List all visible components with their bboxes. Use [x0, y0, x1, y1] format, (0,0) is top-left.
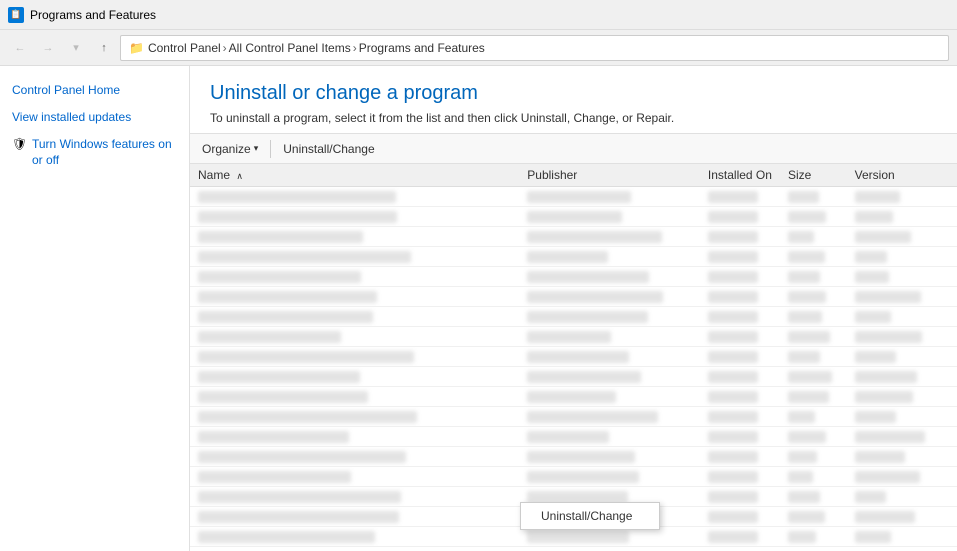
table-row[interactable]: [190, 347, 957, 367]
back-icon: ←: [15, 42, 26, 54]
folder-icon: 📁: [129, 41, 144, 55]
organize-button[interactable]: Organize ▾: [198, 140, 262, 158]
page-subtitle: To uninstall a program, select it from t…: [210, 111, 937, 125]
uninstall-change-label: Uninstall/Change: [283, 142, 374, 156]
content-area: Uninstall or change a program To uninsta…: [190, 66, 957, 551]
table-container[interactable]: Name ∧ Publisher Installed On Size: [190, 164, 957, 551]
table-row[interactable]: [190, 307, 957, 327]
up-icon: ↑: [101, 42, 107, 54]
col-header-name[interactable]: Name ∧: [190, 164, 519, 187]
program-version: 14.20.27508.1: [847, 547, 957, 551]
col-header-installed[interactable]: Installed On: [700, 164, 780, 187]
sidebar-windows-features[interactable]: Turn Windows features on or off: [32, 136, 177, 170]
table-row[interactable]: [190, 327, 957, 347]
forward-icon: →: [43, 42, 54, 54]
up-button[interactable]: ↑: [92, 36, 116, 60]
title-bar-icon: 📋: [8, 7, 24, 23]
table-row[interactable]: [190, 427, 957, 447]
address-bar[interactable]: 📁 Control Panel › All Control Panel Item…: [120, 35, 949, 61]
breadcrumb-programs[interactable]: Programs and Features: [359, 41, 485, 55]
title-bar: 📋 Programs and Features: [0, 0, 957, 30]
table-row[interactable]: [190, 387, 957, 407]
organize-dropdown-icon: ▾: [254, 143, 259, 154]
table-row[interactable]: Microsoft Visual C++ 2015-2019 Redistrib…: [190, 547, 957, 551]
table-row[interactable]: [190, 447, 957, 467]
page-title: Uninstall or change a program: [210, 82, 937, 105]
table-row[interactable]: [190, 227, 957, 247]
programs-table: Name ∧ Publisher Installed On Size: [190, 164, 957, 551]
table-row[interactable]: [190, 467, 957, 487]
breadcrumb-control-panel[interactable]: Control Panel: [148, 41, 221, 55]
table-row[interactable]: [190, 267, 957, 287]
recent-button[interactable]: ▾: [64, 36, 88, 60]
program-publisher: Microsoft Corporation: [519, 547, 700, 551]
table-row[interactable]: [190, 367, 957, 387]
context-menu: Uninstall/Change: [520, 502, 660, 530]
program-installed-date: 8/26/2020: [700, 547, 780, 551]
forward-button[interactable]: →: [36, 36, 60, 60]
table-row[interactable]: [190, 287, 957, 307]
col-header-size[interactable]: Size: [780, 164, 847, 187]
uninstall-change-button[interactable]: Uninstall/Change: [279, 140, 378, 158]
separator-1: ›: [223, 41, 227, 55]
toolbar: Organize ▾ Uninstall/Change: [190, 134, 957, 164]
table-row[interactable]: [190, 187, 957, 207]
title-bar-text: Programs and Features: [30, 8, 156, 22]
shield-icon: 🛡: [12, 137, 28, 153]
sidebar: Control Panel Home View installed update…: [0, 66, 190, 551]
table-row[interactable]: [190, 407, 957, 427]
table-row[interactable]: [190, 247, 957, 267]
nav-bar: ← → ▾ ↑ 📁 Control Panel › All Control Pa…: [0, 30, 957, 66]
breadcrumb-all-items[interactable]: All Control Panel Items: [229, 41, 351, 55]
sidebar-control-panel-home[interactable]: Control Panel Home: [12, 82, 177, 99]
program-size: 20.1 MB: [780, 547, 847, 551]
col-header-version[interactable]: Version: [847, 164, 957, 187]
recent-icon: ▾: [73, 41, 79, 54]
separator-2: ›: [353, 41, 357, 55]
table-row[interactable]: [190, 207, 957, 227]
main-container: Control Panel Home View installed update…: [0, 66, 957, 551]
name-sort-arrow: ∧: [236, 171, 243, 181]
table-header-row: Name ∧ Publisher Installed On Size: [190, 164, 957, 187]
toolbar-separator: [270, 140, 271, 158]
organize-label: Organize: [202, 142, 251, 156]
sidebar-view-updates[interactable]: View installed updates: [12, 109, 177, 126]
col-header-publisher[interactable]: Publisher: [519, 164, 700, 187]
context-menu-uninstall[interactable]: Uninstall/Change: [521, 503, 659, 529]
content-header: Uninstall or change a program To uninsta…: [190, 66, 957, 134]
back-button[interactable]: ←: [8, 36, 32, 60]
sidebar-windows-features-container: 🛡 Turn Windows features on or off: [12, 136, 177, 170]
